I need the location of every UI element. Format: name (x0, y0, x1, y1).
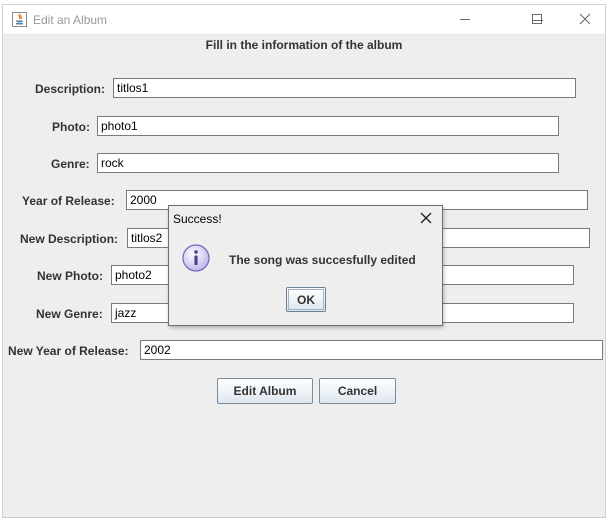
genre-field[interactable]: rock (97, 153, 559, 173)
photo-label: Photo: (52, 120, 90, 134)
success-dialog: Success! The song was succesfully edited… (168, 205, 443, 326)
dialog-title: Success! (173, 212, 222, 226)
maximize-icon (532, 13, 542, 24)
cancel-button[interactable]: Cancel (319, 378, 396, 404)
info-icon (182, 244, 210, 272)
edit-album-button[interactable]: Edit Album (217, 378, 313, 404)
description-field[interactable]: titlos1 (113, 78, 576, 98)
year-of-release-label: Year of Release: (22, 194, 115, 208)
close-icon (579, 13, 591, 24)
window-title: Edit an Album (33, 13, 108, 27)
maximize-button[interactable] (514, 4, 560, 33)
ok-button[interactable]: OK (286, 287, 326, 312)
photo-field[interactable]: photo1 (97, 116, 559, 136)
form-heading: Fill in the information of the album (205, 38, 403, 52)
new-genre-label: New Genre: (36, 307, 103, 321)
new-year-of-release-label: New Year of Release: (8, 344, 129, 358)
description-label: Description: (35, 82, 106, 96)
dialog-close-icon[interactable] (418, 210, 434, 226)
new-description-label: New Description: (20, 232, 119, 246)
java-app-icon (12, 12, 27, 27)
new-photo-label: New Photo: (37, 269, 103, 283)
close-button[interactable] (562, 4, 608, 33)
dialog-message: The song was succesfully edited (229, 253, 416, 267)
minimize-icon (460, 18, 470, 20)
new-year-of-release-field[interactable]: 2002 (140, 340, 603, 360)
minimize-button[interactable] (442, 4, 488, 33)
genre-label: Genre: (51, 157, 90, 171)
